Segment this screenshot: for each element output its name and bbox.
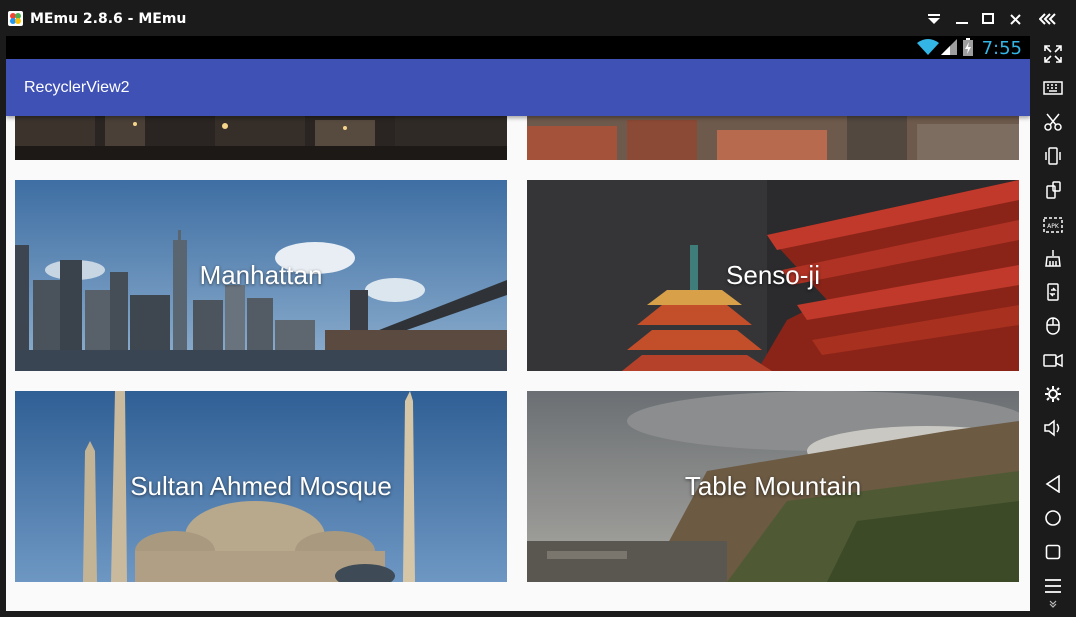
close-icon [1009, 13, 1021, 25]
scissors-icon [1044, 113, 1062, 131]
fullscreen-button[interactable] [1038, 41, 1068, 67]
clean-button[interactable] [1038, 245, 1068, 271]
card-label [527, 116, 1019, 160]
rotate-icon [1046, 181, 1061, 199]
rotate-button[interactable] [1038, 177, 1068, 203]
svg-text:APK: APK [1047, 223, 1060, 230]
menu-icon [1045, 579, 1061, 593]
android-status-bar: 7:55 [6, 36, 1030, 59]
dropdown-button[interactable] [924, 9, 944, 29]
record-button[interactable] [1038, 347, 1068, 373]
dropdown-icon [928, 14, 940, 24]
home-icon [1045, 510, 1061, 526]
card-manhattan[interactable]: Manhattan [15, 180, 507, 371]
clock: 7:55 [981, 38, 1022, 59]
title-bar[interactable]: MEmu 2.8.6 - MEmu [0, 0, 1076, 36]
maximize-button[interactable] [978, 9, 998, 29]
signal-icon [941, 39, 957, 55]
card-rooftops[interactable] [527, 116, 1019, 160]
settings-icon [1045, 386, 1061, 402]
memu-logo-icon [8, 11, 23, 26]
minimize-icon [956, 22, 968, 24]
maximize-icon [982, 13, 994, 24]
card-senso-ji[interactable]: Senso-ji [527, 180, 1019, 371]
emulator-window: MEmu 2.8.6 - MEmu 7:55 RecyclerView2 Man… [0, 0, 1076, 617]
card-label: Table Mountain [684, 471, 862, 501]
card-label: Manhattan [199, 260, 323, 290]
vibrate-icon [1045, 147, 1061, 165]
recents-icon [1045, 544, 1061, 560]
shake-button[interactable] [1038, 143, 1068, 169]
card-label: Sultan Ahmed Mosque [130, 471, 392, 501]
double-chevron-left-icon [1039, 13, 1056, 25]
close-button[interactable] [1005, 9, 1025, 29]
minimize-button[interactable] [952, 9, 972, 29]
recents-button[interactable] [1038, 539, 1068, 565]
keyboard-icon [1043, 81, 1063, 95]
card-sultan-ahmed-mosque[interactable]: Sultan Ahmed Mosque [15, 391, 507, 582]
back-button[interactable] [1038, 471, 1068, 497]
window-bottom-edge [0, 611, 1030, 617]
chevron-down-icon [1049, 600, 1057, 608]
screenshot-button[interactable] [1038, 109, 1068, 135]
collapse-sidebar-button[interactable] [1038, 9, 1058, 29]
mouse-icon [1046, 317, 1060, 335]
volume-icon [1044, 419, 1060, 437]
emulator-sidebar: APK [1030, 36, 1076, 617]
card-city-night[interactable] [15, 116, 507, 160]
apk-icon: APK [1043, 217, 1063, 233]
file-transfer-button[interactable] [1038, 279, 1068, 305]
battery-icon [963, 38, 973, 56]
android-screen[interactable]: 7:55 RecyclerView2 Manhattan Senso-ji Su… [6, 36, 1030, 611]
volume-button[interactable] [1038, 415, 1068, 441]
app-toolbar: RecyclerView2 [6, 59, 1030, 116]
install-apk-button[interactable]: APK [1038, 211, 1068, 237]
record-icon [1043, 353, 1063, 368]
expand-more-button[interactable] [1038, 596, 1068, 612]
card-label [15, 116, 507, 160]
keyboard-button[interactable] [1038, 75, 1068, 101]
back-icon [1045, 475, 1060, 493]
window-title: MEmu 2.8.6 - MEmu [30, 11, 187, 27]
app-title: RecyclerView2 [24, 79, 130, 96]
card-table-mountain[interactable]: Table Mountain [527, 391, 1019, 582]
settings-button[interactable] [1038, 381, 1068, 407]
card-label: Senso-ji [726, 260, 820, 290]
transfer-icon [1047, 283, 1059, 301]
shovel-icon [1045, 250, 1061, 267]
wifi-icon [917, 39, 939, 55]
fullscreen-icon [1044, 45, 1062, 63]
home-button[interactable] [1038, 505, 1068, 531]
mouse-button[interactable] [1038, 313, 1068, 339]
